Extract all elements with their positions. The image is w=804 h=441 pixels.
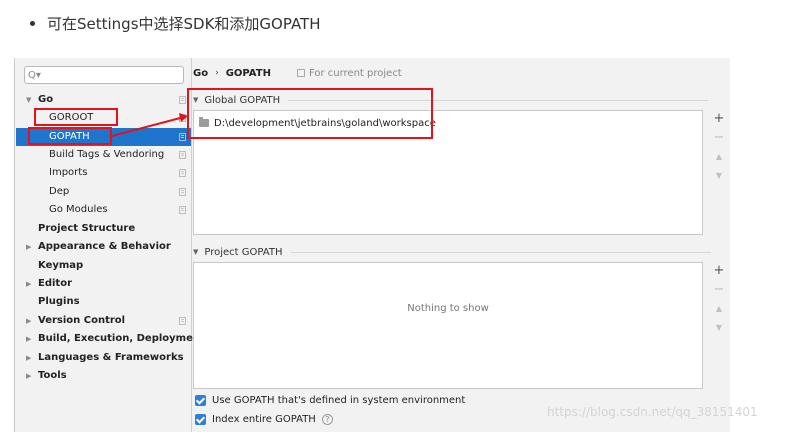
sidebar-item-label: Plugins [38,296,80,307]
index-entire-gopath-option[interactable]: Index entire GOPATH ? [195,411,333,427]
move-up-button[interactable]: ▲ [708,148,730,166]
empty-list-message: Nothing to show [407,303,489,314]
sidebar-item-keymap[interactable]: Keymap [16,257,191,275]
project-scope-icon [179,133,186,141]
remove-path-button[interactable]: − [708,281,730,299]
project-scope-icon [179,317,186,325]
sidebar-item-editor[interactable]: ▶ Editor [16,275,191,293]
sidebar-item-label: Appearance & Behavior [38,241,171,252]
annotation-box-global-gopath [187,88,433,139]
help-icon[interactable]: ? [321,413,333,425]
watermark: https://blog.csdn.net/qq_38151401 [547,405,758,419]
move-down-button[interactable]: ▼ [708,319,730,337]
use-system-gopath-checkbox[interactable] [195,394,206,406]
bullet-dot [30,20,35,26]
breadcrumb-current: GOPATH [225,67,271,79]
sidebar-item-label: Go Modules [49,204,108,215]
sidebar-item-languages-frameworks[interactable]: ▶ Languages & Frameworks [16,349,191,367]
project-scope-icon [296,69,305,77]
collapsed-arrow-icon: ▶ [26,372,32,380]
project-gopath-list[interactable]: Nothing to show [193,262,703,389]
expanded-arrow-icon: ▼ [193,248,199,256]
collapsed-arrow-icon: ▶ [26,354,32,362]
index-entire-gopath-checkbox[interactable] [195,413,206,425]
remove-path-button[interactable]: − [708,129,730,147]
sidebar-item-label: Languages & Frameworks [38,352,184,363]
add-path-button[interactable]: + [708,110,730,128]
scope-label: For current project [308,67,402,79]
collapsed-arrow-icon: ▶ [26,243,32,251]
breadcrumb-separator: › [215,68,219,78]
project-scope-icon [179,188,186,196]
sidebar-item-label: Project Structure [38,223,136,234]
search-icon: Q▾ [28,69,41,81]
sidebar-item-label: Dep [49,186,70,197]
screenshot-edge [14,58,15,432]
sidebar-item-project-structure[interactable]: Project Structure [16,220,191,238]
project-scope-icon [179,151,186,159]
move-down-button[interactable]: ▼ [708,167,730,185]
sidebar-item-version-control[interactable]: ▶ Version Control [16,312,191,330]
use-system-gopath-option[interactable]: Use GOPATH that's defined in system envi… [195,392,465,408]
global-gopath-toolbar: + − ▲ ▼ [708,110,730,235]
project-scope-icon [179,169,186,177]
article-bullet: 可在Settings中选择SDK和添加GOPATH [30,13,321,33]
sidebar-item-build-tags[interactable]: Build Tags & Vendoring [16,146,191,164]
project-scope-icon [179,96,186,104]
article-bullet-text: 可在Settings中选择SDK和添加GOPATH [47,14,321,33]
sidebar-item-label: Build Tags & Vendoring [49,149,165,160]
collapsed-arrow-icon: ▶ [26,317,32,325]
sidebar-item-label: Tools [38,370,67,381]
sidebar-item-appearance-behavior[interactable]: ▶ Appearance & Behavior [16,238,191,256]
annotation-box-gopath [28,127,112,145]
annotation-box-goroot [34,108,118,126]
project-gopath-toolbar: + − ▲ ▼ [708,262,730,389]
sidebar-item-label: Imports [49,167,88,178]
section-divider [290,251,711,253]
sidebar-item-dep[interactable]: Dep [16,183,191,201]
settings-search-input[interactable]: Q▾ [24,66,184,84]
project-scope-icon [179,206,186,214]
use-system-gopath-label: Use GOPATH that's defined in system envi… [212,394,466,406]
sidebar-item-label: Build, Execution, Deployment [38,333,205,344]
sidebar-item-build-execution-deployment[interactable]: ▶ Build, Execution, Deployment [16,330,205,348]
index-entire-gopath-label: Index entire GOPATH [212,413,316,425]
breadcrumb: Go › GOPATH For current project [193,66,402,80]
sidebar-item-label: Version Control [38,315,126,326]
sidebar-item-label: Editor [38,278,72,289]
collapsed-arrow-icon: ▶ [26,280,32,288]
sidebar-item-label: Go [38,94,54,105]
collapsed-arrow-icon: ▶ [26,335,32,343]
project-gopath-title: Project GOPATH [204,246,283,258]
add-path-button[interactable]: + [708,262,730,280]
move-up-button[interactable]: ▲ [708,300,730,318]
expanded-arrow-icon: ▼ [26,96,32,104]
sidebar-item-imports[interactable]: Imports [16,164,191,182]
sidebar-item-label: Keymap [38,260,84,271]
project-gopath-header[interactable]: ▼ Project GOPATH [193,245,711,259]
sidebar-item-go[interactable]: ▼ Go [16,91,191,109]
breadcrumb-root[interactable]: Go [193,68,208,79]
sidebar-item-go-modules[interactable]: Go Modules [16,201,191,219]
sidebar-item-tools[interactable]: ▶ Tools [16,367,191,385]
sidebar-item-plugins[interactable]: Plugins [16,293,191,311]
project-scope-icon [179,114,186,122]
